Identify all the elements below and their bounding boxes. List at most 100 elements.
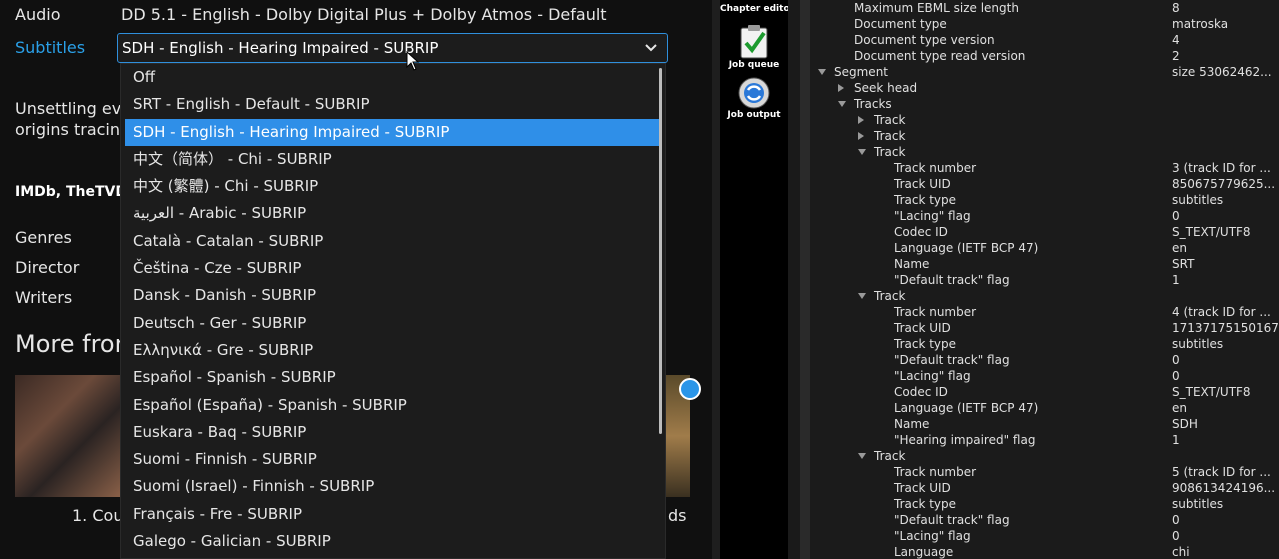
tree-row-label: "Default track" flag: [894, 513, 1010, 527]
episode-thumbnail[interactable]: [15, 375, 121, 497]
chapter-editor-button[interactable]: Chapter editor: [720, 0, 795, 14]
subtitle-option[interactable]: Čeština - Cze - SUBRIP: [121, 255, 665, 282]
tree-row[interactable]: "Default track" flag 0: [810, 352, 1279, 368]
tree-row-label: Document type: [854, 17, 947, 31]
tree-row-label: Segment: [834, 65, 888, 79]
panel-splitter[interactable]: [788, 0, 800, 559]
subtitle-option[interactable]: Ελληνικά - Gre - SUBRIP: [121, 337, 665, 364]
tree-row[interactable]: "Hearing impaired" flag 1: [810, 432, 1279, 448]
subtitle-option[interactable]: Español - Spanish - SUBRIP: [121, 364, 665, 391]
tree-row-label: Name: [894, 257, 930, 271]
collapse-arrow-icon[interactable]: [858, 116, 864, 124]
tree-row[interactable]: Document type matroska: [810, 16, 1279, 32]
subtitle-option[interactable]: Català - Catalan - SUBRIP: [121, 228, 665, 255]
tree-row-label: Track: [874, 113, 906, 127]
subtitle-option[interactable]: 中文 (繁體) - Chi - SUBRIP: [121, 173, 665, 200]
tree-row[interactable]: Track type subtitles: [810, 336, 1279, 352]
tree-row-value: 0: [1172, 529, 1180, 543]
subtitle-options: Off SRT - English - Default - SUBRIP SDH -…: [121, 64, 665, 555]
tree-row-label: Track: [874, 289, 906, 303]
external-links[interactable]: IMDb, TheTVD: [15, 184, 125, 200]
subtitle-option[interactable]: 中文（简体） - Chi - SUBRIP: [121, 146, 665, 173]
tree-row-label: Track: [874, 145, 906, 159]
audio-track-value[interactable]: DD 5.1 - English - Dolby Digital Plus + …: [121, 5, 607, 24]
subtitle-option[interactable]: Suomi - Finnish - SUBRIP: [121, 446, 665, 473]
subtitle-option[interactable]: Off: [121, 64, 665, 91]
tree-row-value: 3 (track ID for ...: [1172, 161, 1271, 175]
job-queue-button[interactable]: Job queue: [720, 24, 788, 70]
tree-row-value: size 53062462...: [1172, 65, 1272, 79]
subtitle-option[interactable]: Dansk - Danish - SUBRIP: [121, 282, 665, 309]
tree-scrollbar[interactable]: [800, 0, 810, 559]
subtitle-option[interactable]: Español (España) - Spanish - SUBRIP: [121, 392, 665, 419]
tree-row[interactable]: Track number 4 (track ID for ...: [810, 304, 1279, 320]
subtitle-option[interactable]: Euskara - Baq - SUBRIP: [121, 419, 665, 446]
subtitle-option[interactable]: Français - Fre - SUBRIP: [121, 501, 665, 528]
tree-row[interactable]: Maximum EBML size length 8: [810, 0, 1279, 16]
subtitle-option[interactable]: SRT - English - Default - SUBRIP: [121, 91, 665, 118]
tree-row[interactable]: "Lacing" flag 0: [810, 368, 1279, 384]
tree-row[interactable]: Name SRT: [810, 256, 1279, 272]
tree-row-value: SRT: [1172, 257, 1195, 271]
tree-row[interactable]: Track: [810, 128, 1279, 144]
expand-arrow-icon[interactable]: [858, 453, 866, 459]
tree-row[interactable]: "Lacing" flag 0: [810, 528, 1279, 544]
tree-row-label: Track number: [894, 465, 977, 479]
tree-row[interactable]: Track: [810, 144, 1279, 160]
job-output-button[interactable]: Job output: [720, 76, 788, 120]
expand-arrow-icon[interactable]: [858, 293, 866, 299]
tree-row[interactable]: Seek head: [810, 80, 1279, 96]
collapse-arrow-icon[interactable]: [858, 132, 864, 140]
director-label: Director: [15, 258, 80, 277]
tree-row[interactable]: Track UID 850675779625...: [810, 176, 1279, 192]
tree-row-value: subtitles: [1172, 337, 1224, 351]
panel-splitter[interactable]: [712, 0, 720, 559]
subtitle-option[interactable]: Suomi (Israel) - Finnish - SUBRIP: [121, 473, 665, 500]
expand-arrow-icon[interactable]: [858, 149, 866, 155]
tree-row[interactable]: Document type read version 2: [810, 48, 1279, 64]
collapse-arrow-icon[interactable]: [838, 84, 844, 92]
subtitle-option[interactable]: SDH - English - Hearing Impaired - SUBRI…: [125, 118, 659, 146]
expand-arrow-icon[interactable]: [818, 69, 826, 75]
tree-row[interactable]: Language chi: [810, 544, 1279, 559]
tree-row[interactable]: Language (IETF BCP 47) en: [810, 400, 1279, 416]
tree-row[interactable]: Track: [810, 288, 1279, 304]
dropdown-scrollbar[interactable]: [659, 68, 662, 434]
tree-row[interactable]: "Default track" flag 0: [810, 512, 1279, 528]
tool-sidebar: Chapter editor Job queue Job output: [720, 0, 795, 559]
tree-row[interactable]: Track type subtitles: [810, 192, 1279, 208]
tree-row[interactable]: Segment size 53062462...: [810, 64, 1279, 80]
tree-row[interactable]: Name SDH: [810, 416, 1279, 432]
tree-row[interactable]: Codec ID S_TEXT/UTF8: [810, 224, 1279, 240]
job-queue-icon: [740, 25, 768, 59]
tree-row-value: 1: [1172, 273, 1180, 287]
tree-row[interactable]: Track: [810, 112, 1279, 128]
tree-row[interactable]: Track number 3 (track ID for ...: [810, 160, 1279, 176]
tree-row[interactable]: Language (IETF BCP 47) en: [810, 240, 1279, 256]
tree-row[interactable]: Track UID 17137175150167...: [810, 320, 1279, 336]
subtitle-option[interactable]: العربية - Arabic - SUBRIP: [121, 200, 665, 227]
subtitles-select[interactable]: SDH - English - Hearing Impaired - SUBRI…: [117, 33, 668, 63]
tree-row-label: Codec ID: [894, 225, 948, 239]
subtitle-option[interactable]: Deutsch - Ger - SUBRIP: [121, 310, 665, 337]
episode-caption[interactable]: ds: [668, 506, 687, 525]
audio-label: Audio: [15, 5, 61, 24]
subtitles-selected-value: SDH - English - Hearing Impaired - SUBRI…: [122, 39, 439, 57]
tree-row[interactable]: Track type subtitles: [810, 496, 1279, 512]
tree-row[interactable]: "Default track" flag 1: [810, 272, 1279, 288]
tree-row[interactable]: Track UID 908613424196...: [810, 480, 1279, 496]
expand-arrow-icon[interactable]: [838, 101, 846, 107]
tree-row[interactable]: Codec ID S_TEXT/UTF8: [810, 384, 1279, 400]
tree-row[interactable]: "Lacing" flag 0: [810, 208, 1279, 224]
episode-caption[interactable]: 1. Cou: [72, 506, 123, 525]
tree-row-value: 8: [1172, 1, 1180, 15]
tree-row-label: Document type version: [854, 33, 995, 47]
tree-row[interactable]: Tracks: [810, 96, 1279, 112]
chapter-editor-label: Chapter editor: [720, 4, 795, 14]
subtitles-dropdown-list[interactable]: Off SRT - English - Default - SUBRIP SDH -…: [120, 63, 666, 559]
tree-row[interactable]: Document type version 4: [810, 32, 1279, 48]
tree-row-label: Track UID: [894, 177, 951, 191]
subtitle-option[interactable]: Galego - Galician - SUBRIP: [121, 528, 665, 555]
tree-row[interactable]: Track: [810, 448, 1279, 464]
tree-row[interactable]: Track number 5 (track ID for ...: [810, 464, 1279, 480]
